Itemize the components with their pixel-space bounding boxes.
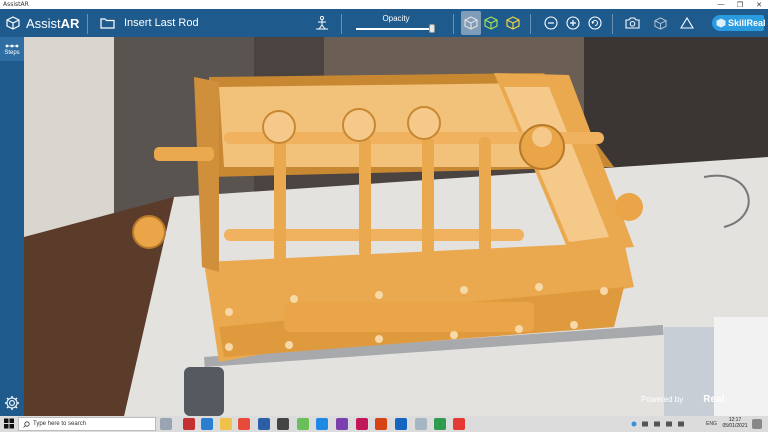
opacity-slider-track[interactable] xyxy=(356,28,434,30)
app-dark-icon[interactable] xyxy=(277,418,289,430)
ar-viewport[interactable] xyxy=(24,37,768,416)
left-sidebar: Steps xyxy=(0,37,24,416)
cube-logo-icon xyxy=(4,9,22,37)
anchor-person-icon[interactable] xyxy=(313,9,331,37)
task-view-icon[interactable] xyxy=(160,418,172,430)
search-icon xyxy=(23,421,30,428)
app-brand: Assist AR xyxy=(26,9,79,37)
brand-bold: AR xyxy=(60,15,80,31)
taskbar-search-input[interactable]: Type here to search xyxy=(18,417,156,431)
model-green-icon[interactable] xyxy=(482,9,500,37)
window-titlebar: AssistAR xyxy=(0,0,768,9)
teams-icon[interactable] xyxy=(336,418,348,430)
toolbar-divider xyxy=(341,14,342,34)
app-c-icon[interactable] xyxy=(434,418,446,430)
toolbar-divider xyxy=(453,14,454,34)
toolbar-divider xyxy=(612,14,613,34)
search-placeholder: Type here to search xyxy=(33,421,87,427)
zoom-out-icon[interactable] xyxy=(542,9,560,37)
folder-icon[interactable] xyxy=(98,9,116,37)
triangle-icon[interactable] xyxy=(678,9,696,37)
file-explorer-icon[interactable] xyxy=(220,418,232,430)
app-grey-icon[interactable] xyxy=(415,418,427,430)
zoom-in-icon[interactable] xyxy=(564,9,582,37)
rotate-icon[interactable] xyxy=(586,9,604,37)
window-title: AssistAR xyxy=(3,1,29,8)
opacity-label: Opacity xyxy=(382,14,410,23)
windows-taskbar: Type here to search ENG 12:17 05/01/2021 xyxy=(0,416,768,432)
steps-icon xyxy=(5,44,19,47)
windows-start-icon[interactable] xyxy=(4,418,14,429)
camera-icon[interactable] xyxy=(623,9,641,37)
minimize-button[interactable]: — xyxy=(712,0,730,9)
mcafee-app-icon[interactable] xyxy=(183,418,195,430)
brand-prefix: Assist xyxy=(26,15,61,31)
task-title: Insert Last Rod xyxy=(124,17,199,29)
toolbar-divider xyxy=(87,14,88,34)
powered-by-label: Powered by xyxy=(641,395,684,404)
chrome-icon[interactable] xyxy=(238,418,250,430)
skillreal-logo: SkillReal xyxy=(712,15,766,31)
skillreal-cube-icon xyxy=(716,18,726,28)
word-icon[interactable] xyxy=(395,418,407,430)
notification-icon[interactable] xyxy=(752,419,762,429)
tray-icons xyxy=(631,421,684,427)
opacity-slider-thumb[interactable] xyxy=(428,24,435,33)
app-pink-icon[interactable] xyxy=(356,418,368,430)
clock-date: 05/01/2021 xyxy=(722,423,748,429)
opacity-slider-fill xyxy=(356,28,432,30)
powered-by-badge: Powered by Real xyxy=(641,394,724,405)
app-red-icon[interactable] xyxy=(453,418,465,430)
model-solid-icon[interactable] xyxy=(462,9,480,37)
ar-scene xyxy=(24,37,768,416)
maximize-button[interactable]: ❐ xyxy=(731,0,749,9)
app-l-icon[interactable] xyxy=(201,418,213,430)
toolbar-divider xyxy=(530,14,531,34)
settings-gear-icon[interactable] xyxy=(4,395,20,411)
opacity-control: Opacity xyxy=(354,12,438,36)
system-tray xyxy=(630,416,690,432)
model-yellow-icon[interactable] xyxy=(504,9,522,37)
app-green-icon[interactable] xyxy=(297,418,309,430)
outlook-icon[interactable] xyxy=(258,418,270,430)
skillreal-label: SkillReal xyxy=(728,18,766,28)
tray-language[interactable]: ENG xyxy=(706,416,717,432)
taskbar-clock[interactable]: 12:17 05/01/2021 xyxy=(722,417,748,429)
powerpoint-icon[interactable] xyxy=(375,418,387,430)
steps-label: Steps xyxy=(4,49,20,56)
close-button[interactable]: ✕ xyxy=(750,0,768,9)
steps-button[interactable]: Steps xyxy=(0,37,24,61)
powered-by-brand: Real xyxy=(703,394,725,405)
cube-outline-icon[interactable] xyxy=(651,9,669,37)
edge-icon[interactable] xyxy=(316,418,328,430)
